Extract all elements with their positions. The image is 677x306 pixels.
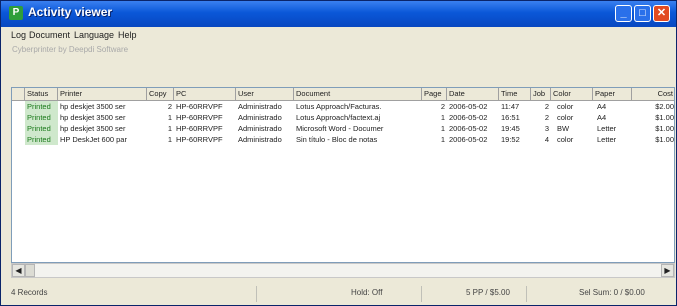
minimize-button[interactable]: _ xyxy=(615,5,632,22)
document-cell: Lotus Approach/Facturas. xyxy=(296,102,382,111)
cost-cell: $2.00 xyxy=(655,102,674,111)
copy-cell: 2 xyxy=(167,102,172,111)
column-header-paper[interactable]: Paper xyxy=(593,88,632,100)
pc-cell: HP-60RRVPF xyxy=(176,135,223,144)
status-cell: Printed xyxy=(25,101,58,112)
table-row[interactable]: Printed HP DeskJet 600 par 1 HP-60RRVPF … xyxy=(12,134,674,145)
copy-cell: 1 xyxy=(167,135,172,144)
column-header-document[interactable]: Document xyxy=(294,88,422,100)
job-cell: 3 xyxy=(544,124,549,133)
hold-status: Hold: Off xyxy=(351,288,383,297)
column-header-user[interactable]: User xyxy=(236,88,294,100)
pc-cell: HP-60RRVPF xyxy=(176,124,223,133)
column-header-cost[interactable]: Cost xyxy=(632,88,674,100)
color-cell: color xyxy=(557,113,574,122)
job-cell: 4 xyxy=(544,135,549,144)
column-header-status[interactable]: Status xyxy=(25,88,58,100)
window-title: Activity viewer xyxy=(28,5,113,19)
app-icon: P xyxy=(9,6,23,20)
menu-language[interactable]: Language xyxy=(74,30,114,40)
user-cell: Administrado xyxy=(238,113,282,122)
job-cell: 2 xyxy=(544,113,549,122)
date-cell: 2006-05-02 xyxy=(449,124,488,133)
column-header-time[interactable]: Time xyxy=(499,88,531,100)
date-cell: 2006-05-02 xyxy=(449,113,488,122)
column-header-printer[interactable]: Printer xyxy=(58,88,147,100)
status-divider xyxy=(421,286,422,302)
date-cell: 2006-05-02 xyxy=(449,135,488,144)
scroll-left-button[interactable]: ◀ xyxy=(12,264,25,277)
menu-help[interactable]: Help xyxy=(118,30,137,40)
color-cell: color xyxy=(557,135,574,144)
scroll-thumb[interactable] xyxy=(25,264,35,277)
user-cell: Administrado xyxy=(238,135,282,144)
table-header: Status Printer Copy PC User Document Pag… xyxy=(12,88,674,101)
copy-cell: 1 xyxy=(167,124,172,133)
color-cell: BW xyxy=(557,124,570,133)
column-header-page[interactable]: Page xyxy=(422,88,447,100)
title-bar[interactable]: P Activity viewer _ □ ✕ xyxy=(1,1,676,27)
document-cell: Microsoft Word - Documer xyxy=(296,124,384,133)
time-cell: 11:47 xyxy=(501,102,520,111)
scroll-right-button[interactable]: ▶ xyxy=(661,264,674,277)
user-cell: Administrado xyxy=(238,102,282,111)
column-header-copy[interactable]: Copy xyxy=(147,88,174,100)
printer-cell: hp deskjet 3500 ser xyxy=(60,102,126,111)
menu-log[interactable]: Log xyxy=(11,30,26,40)
maximize-button[interactable]: □ xyxy=(634,5,651,22)
page-cell: 2 xyxy=(440,102,445,111)
status-cell: Printed xyxy=(25,123,58,134)
cost-cell: $1.00 xyxy=(655,113,674,122)
print-log-table: Status Printer Copy PC User Document Pag… xyxy=(11,87,675,263)
copyright-text: Cyberprinter by Deepdi Software xyxy=(12,45,129,54)
user-cell: Administrado xyxy=(238,124,282,133)
status-bar: 4 Records Hold: Off 5 PP / $5.00 Sel Sum… xyxy=(1,282,676,305)
page-cell: 1 xyxy=(440,124,445,133)
column-header-pc[interactable]: PC xyxy=(174,88,236,100)
printer-cell: HP DeskJet 600 par xyxy=(60,135,127,144)
time-cell: 19:45 xyxy=(501,124,520,133)
table-row[interactable]: Printed hp deskjet 3500 ser 2 HP-60RRVPF… xyxy=(12,101,674,112)
column-header-date[interactable]: Date xyxy=(447,88,499,100)
records-count: 4 Records xyxy=(11,288,48,297)
time-cell: 19:52 xyxy=(501,135,520,144)
status-cell: Printed xyxy=(25,112,58,123)
column-header-job[interactable]: Job xyxy=(531,88,551,100)
table-row[interactable]: Printed hp deskjet 3500 ser 1 HP-60RRVPF… xyxy=(12,123,674,134)
paper-cell: Letter xyxy=(597,124,617,133)
menu-document[interactable]: Document xyxy=(29,30,70,40)
printer-cell: hp deskjet 3500 ser xyxy=(60,113,126,122)
page-cell: 1 xyxy=(440,113,445,122)
horizontal-scrollbar[interactable]: ◀ ▶ xyxy=(11,263,675,278)
page-cell: 1 xyxy=(440,135,445,144)
pc-cell: HP-60RRVPF xyxy=(176,113,223,122)
printer-cell: hp deskjet 3500 ser xyxy=(60,124,126,133)
close-button[interactable]: ✕ xyxy=(653,5,670,22)
pages-cost-total: 5 PP / $5.00 xyxy=(466,288,510,297)
date-cell: 2006-05-02 xyxy=(449,102,488,111)
status-cell: Printed xyxy=(25,134,58,145)
selection-sum: Sel Sum: 0 / $0.00 xyxy=(579,288,645,297)
pc-cell: HP-60RRVPF xyxy=(176,102,223,111)
column-header-color[interactable]: Color xyxy=(551,88,593,100)
status-divider xyxy=(256,286,257,302)
activity-viewer-window: P Activity viewer _ □ ✕ Log Document Lan… xyxy=(0,0,677,306)
header-row-marker xyxy=(12,88,25,100)
cost-cell: $1.00 xyxy=(655,135,674,144)
document-cell: Lotus Approach/factext.aj xyxy=(296,113,381,122)
paper-cell: Letter xyxy=(597,135,617,144)
document-cell: Sin título - Bloc de notas xyxy=(296,135,378,144)
menu-bar: Log Document Language Help xyxy=(1,28,676,44)
table-row[interactable]: Printed hp deskjet 3500 ser 1 HP-60RRVPF… xyxy=(12,112,674,123)
status-divider xyxy=(526,286,527,302)
job-cell: 2 xyxy=(544,102,549,111)
time-cell: 16:51 xyxy=(501,113,520,122)
cost-cell: $1.00 xyxy=(655,124,674,133)
copy-cell: 1 xyxy=(167,113,172,122)
color-cell: color xyxy=(557,102,574,111)
paper-cell: A4 xyxy=(597,102,607,111)
paper-cell: A4 xyxy=(597,113,607,122)
